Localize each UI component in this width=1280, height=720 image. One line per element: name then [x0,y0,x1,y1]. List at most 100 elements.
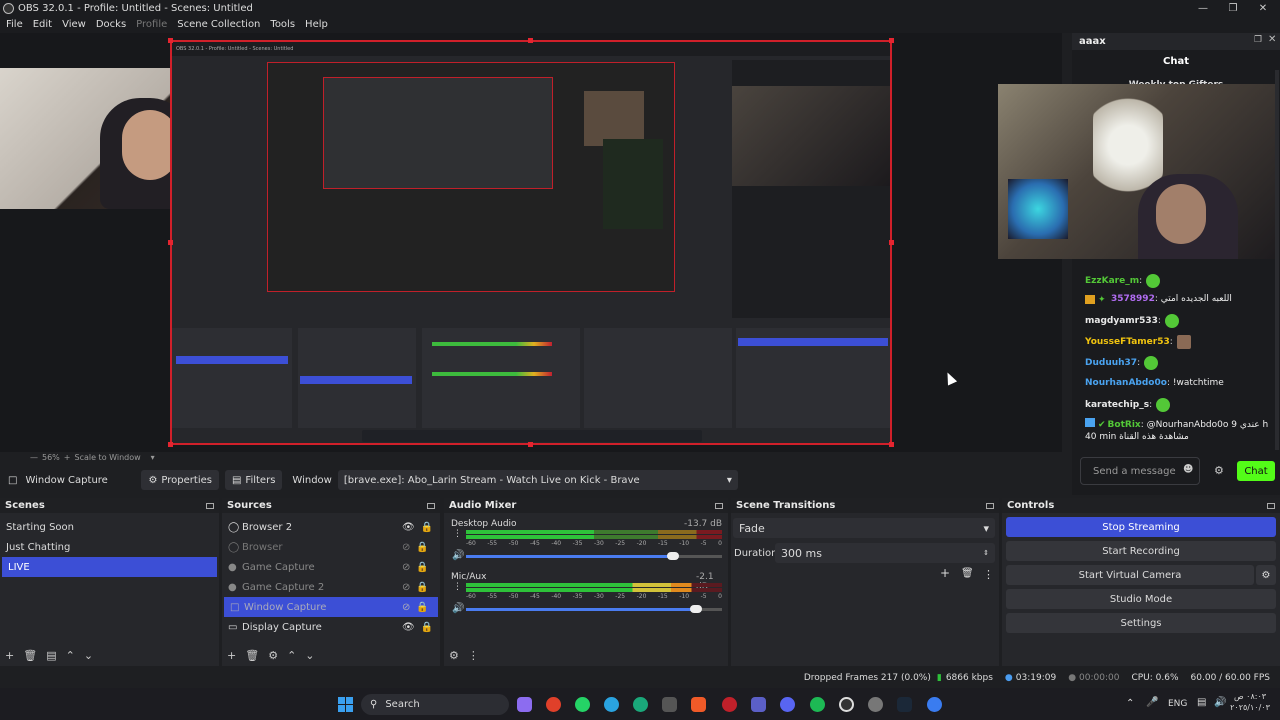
volume-knob[interactable] [690,605,703,613]
chat-send-button[interactable]: Chat [1237,461,1275,481]
float-dock-icon[interactable] [206,502,214,509]
lock-icon[interactable]: 🔒 [416,542,428,553]
resize-handle[interactable] [528,38,533,43]
lock-icon[interactable]: 🔒 [421,622,433,633]
source-item[interactable]: ◯ Browser 2 👁 🔒 [222,517,440,537]
advanced-audio-icon[interactable]: ⚙ [449,649,459,662]
language-indicator[interactable]: ENG [1168,699,1187,709]
remove-scene-icon[interactable]: 🗑 [23,649,37,662]
close-dock-icon[interactable]: ✕ [1268,34,1276,45]
float-dock-icon[interactable]: ❐ [1254,35,1262,45]
menu-tools[interactable]: Tools [270,19,295,30]
resize-handle[interactable] [889,442,894,447]
source-item[interactable]: ● Game Capture ⊘ 🔒 [222,557,440,577]
chrome-icon[interactable] [546,697,561,712]
volume-slider[interactable] [466,552,722,560]
start-virtual-camera-button[interactable]: Start Virtual Camera [1006,565,1254,585]
speaker-icon[interactable]: 🔊 [452,550,464,561]
move-up-icon[interactable]: ⌃ [66,649,75,662]
studio-mode-button[interactable]: Studio Mode [1006,589,1276,609]
eye-hidden-icon[interactable]: ⊘ [402,542,410,553]
spinner-icon[interactable]: ⇕ [983,549,989,557]
move-up-icon[interactable]: ⌃ [287,649,296,662]
stop-streaming-button[interactable]: Stop Streaming [1006,517,1276,537]
lock-icon[interactable]: 🔒 [416,602,428,613]
chat-username[interactable]: BotRix [1108,420,1141,430]
eye-hidden-icon[interactable]: ⊘ [402,582,410,593]
menu-docks[interactable]: Docks [96,19,126,30]
window-capture-frame[interactable]: OBS 32.0.1 - Profile: Untitled - Scenes:… [170,40,892,445]
restore-button[interactable]: ❐ [1216,0,1250,16]
discord-icon[interactable] [780,697,795,712]
teams-icon[interactable] [751,697,766,712]
spotify-icon[interactable] [810,697,825,712]
resize-handle[interactable] [889,38,894,43]
lock-icon[interactable]: 🔒 [416,582,428,593]
transition-select[interactable]: Fade ▾ [733,518,995,538]
app-icon[interactable] [662,697,677,712]
eye-hidden-icon[interactable]: ⊘ [402,562,410,573]
eye-icon[interactable]: 👁 [402,522,415,533]
resize-handle[interactable] [168,38,173,43]
remove-transition-icon[interactable]: 🗑 [961,568,974,579]
window-select[interactable]: [brave.exe]: Abo_Larin Stream - Watch Li… [337,470,738,490]
eye-hidden-icon[interactable]: ⊘ [402,602,410,613]
speaker-icon[interactable]: 🔊 [452,603,464,614]
minimize-button[interactable]: — [1186,0,1220,16]
chat-scrollbar[interactable] [1275,70,1279,450]
scene-item[interactable]: Just Chatting [0,537,219,557]
chat-username[interactable]: magdyamr533 [1085,316,1158,326]
steam-icon[interactable] [897,697,912,712]
move-down-icon[interactable]: ⌄ [305,649,314,662]
clock[interactable]: ٠٨:٠٣ ص ٢٠٢٥/١٠/٠٣ [1230,691,1270,713]
obs-taskbar-icon[interactable] [839,697,854,712]
volume-knob[interactable] [667,552,680,560]
mixer-menu-icon[interactable]: ⋮ [468,649,479,662]
float-dock-icon[interactable] [1267,502,1275,509]
brave-icon[interactable] [691,697,706,712]
resize-handle[interactable] [889,240,894,245]
telegram-icon[interactable] [604,697,619,712]
network-icon[interactable]: ▤ [1197,697,1206,708]
record-app-icon[interactable] [722,697,737,712]
edge-icon[interactable] [633,697,648,712]
source-properties-icon[interactable]: ⚙ [268,649,278,662]
virtual-camera-settings-button[interactable]: ⚙ [1256,565,1276,585]
source-item[interactable]: ▭ Display Capture 👁 🔒 [222,617,440,637]
source-item[interactable]: □ Window Capture ⊘ 🔒 [224,597,438,617]
chevron-down-icon[interactable]: ▾ [151,453,155,462]
volume-icon[interactable]: 🔊 [1214,697,1226,708]
zoom-in-icon[interactable]: + [64,453,71,462]
chat-username[interactable]: 3578992 [1111,294,1155,304]
channel-menu-icon[interactable]: ⋮ [453,529,462,539]
menu-help[interactable]: Help [305,19,328,30]
windows-start-icon[interactable] [338,697,353,712]
menu-edit[interactable]: Edit [33,19,52,30]
start-recording-button[interactable]: Start Recording [1006,541,1276,561]
microphone-icon[interactable]: 🎤 [1146,697,1158,708]
whatsapp-icon[interactable] [575,697,590,712]
chat-username[interactable]: NourhanAbdo0o [1085,378,1167,388]
duration-input[interactable]: 300 ms ⇕ [775,543,995,563]
taskbar-search[interactable]: ⚲ Search [361,694,509,715]
channel-menu-icon[interactable]: ⋮ [453,582,462,592]
chat-settings-icon[interactable]: ⚙ [1214,464,1224,477]
scene-item[interactable]: Starting Soon [0,517,219,537]
zoom-out-icon[interactable]: — [30,453,38,462]
filters-button[interactable]: ▤ Filters [224,470,283,490]
scene-item[interactable]: LIVE [2,557,217,577]
scene-filters-icon[interactable]: ▤ [46,649,56,662]
chat-username[interactable]: Duduuh37 [1085,358,1137,368]
chat-username[interactable]: karatechip_s [1085,400,1149,410]
add-transition-icon[interactable]: + [940,566,950,580]
lock-icon[interactable]: 🔒 [421,522,433,533]
eye-icon[interactable]: 👁 [402,622,415,633]
settings-button[interactable]: Settings [1006,613,1276,633]
menu-file[interactable]: File [6,19,23,30]
float-dock-icon[interactable] [427,502,435,509]
lock-icon[interactable]: 🔒 [416,562,428,573]
emoji-icon[interactable]: ☻ [1183,464,1193,475]
resize-handle[interactable] [168,442,173,447]
volume-slider[interactable] [466,605,722,613]
source-item[interactable]: ◯ Browser ⊘ 🔒 [222,537,440,557]
